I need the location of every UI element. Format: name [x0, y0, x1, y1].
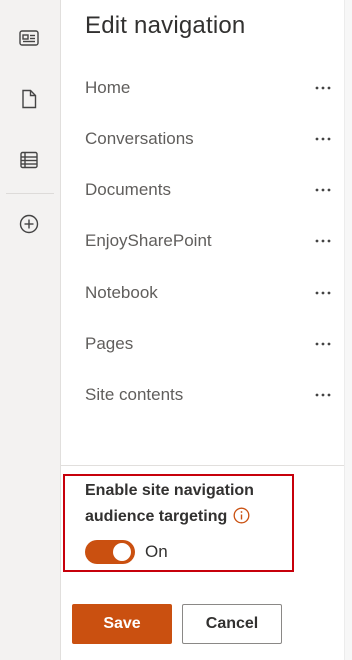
- edit-navigation-panel: Edit navigation Home Conversations Docum…: [61, 0, 344, 660]
- audience-targeting-heading-line2-row: audience targeting: [85, 504, 285, 533]
- nav-item-label: Site contents: [85, 385, 184, 404]
- nav-item-label: Notebook: [85, 283, 158, 302]
- nav-item-label: Pages: [85, 334, 134, 353]
- more-options-icon[interactable]: [311, 127, 335, 151]
- audience-targeting-heading-line2: audience targeting: [85, 508, 228, 525]
- scrollbar[interactable]: [344, 0, 352, 660]
- audience-targeting-toggle[interactable]: [85, 540, 135, 564]
- nav-item-conversations[interactable]: Conversations: [85, 123, 335, 155]
- nav-item-site-contents[interactable]: Site contents: [85, 379, 335, 411]
- news-icon[interactable]: [17, 26, 41, 50]
- footer-divider: [61, 465, 344, 466]
- more-options-icon[interactable]: [311, 332, 335, 356]
- nav-item-notebook[interactable]: Notebook: [85, 277, 335, 309]
- more-options-icon[interactable]: [311, 383, 335, 407]
- add-icon[interactable]: [17, 212, 41, 236]
- nav-item-documents[interactable]: Documents: [85, 174, 335, 206]
- nav-item-enjoysharepoint[interactable]: EnjoySharePoint: [85, 225, 335, 257]
- nav-item-label: EnjoySharePoint: [85, 231, 212, 250]
- toggle-knob: [113, 543, 131, 561]
- audience-targeting-heading: Enable site navigation audience targetin…: [85, 478, 285, 533]
- more-options-icon[interactable]: [311, 178, 335, 202]
- info-icon[interactable]: [233, 507, 250, 533]
- list-icon[interactable]: [17, 148, 41, 172]
- nav-item-label: Conversations: [85, 129, 194, 148]
- cancel-button[interactable]: Cancel: [182, 604, 282, 644]
- left-app-rail: [0, 0, 61, 660]
- audience-targeting-heading-line1: Enable site navigation: [85, 482, 254, 499]
- more-options-icon[interactable]: [311, 76, 335, 100]
- page-icon[interactable]: [17, 87, 41, 111]
- toggle-state-label: On: [145, 542, 168, 561]
- more-options-icon[interactable]: [311, 229, 335, 253]
- more-options-icon[interactable]: [311, 281, 335, 305]
- save-button[interactable]: Save: [72, 604, 172, 644]
- nav-item-home[interactable]: Home: [85, 72, 335, 104]
- rail-divider: [6, 193, 54, 194]
- audience-targeting-toggle-row: On: [85, 540, 168, 564]
- nav-item-label: Documents: [85, 180, 171, 199]
- nav-item-label: Home: [85, 78, 131, 97]
- panel-title: Edit navigation: [85, 12, 246, 39]
- nav-item-pages[interactable]: Pages: [85, 328, 335, 360]
